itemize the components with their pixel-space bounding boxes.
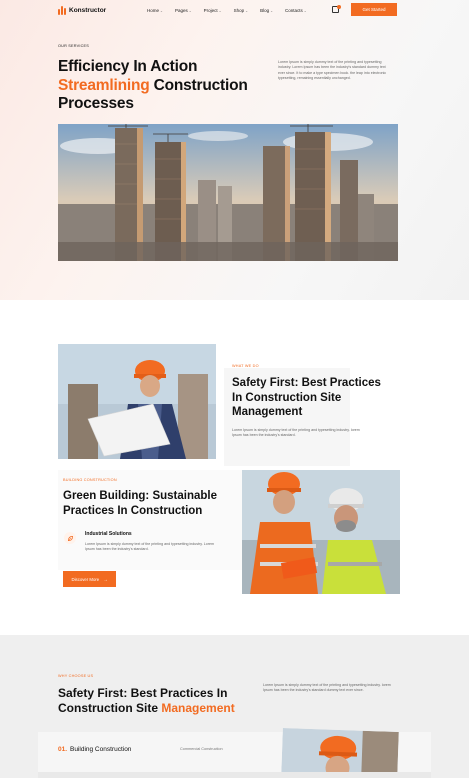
get-started-button[interactable]: Get Started — [351, 3, 397, 16]
nav-item-contacts[interactable]: Contacts ⌄ — [285, 8, 307, 13]
what-we-do-description: Lorem Ipsum is simply dummy text of the … — [232, 428, 360, 438]
service-title: Building Construction — [70, 746, 132, 753]
cart-badge — [337, 5, 341, 9]
building-title: Green Building: Sustainable Practices In… — [63, 490, 217, 517]
hero-skyline-image — [58, 124, 398, 261]
feature-description: Lorem Ipsum is simply dummy text of the … — [85, 542, 214, 552]
hero-eyebrow: OUR SERVICES — [58, 44, 90, 48]
hero-title-line2: Construction — [149, 76, 248, 94]
what-we-do-eyebrow: WHAT WE DO — [232, 364, 259, 368]
nav-item-blog[interactable]: Blog ⌄ — [260, 8, 273, 13]
nav-item-pages[interactable]: Pages ⌄ — [175, 8, 192, 13]
service-number: 01. — [58, 746, 68, 753]
chevron-down-icon: ⌄ — [270, 8, 274, 13]
why-description: Lorem Ipsum is simply dummy text of the … — [263, 683, 391, 693]
top-nav: Konstructor Home ⌄ Pages ⌄ Project ⌄ Sho… — [0, 0, 469, 22]
section-bottom-strip — [38, 772, 431, 778]
nav-item-label: Project — [203, 8, 218, 13]
nav-links: Home ⌄ Pages ⌄ Project ⌄ Shop ⌄ Blog ⌄ C… — [147, 8, 319, 13]
nav-item-label: Pages — [174, 8, 188, 13]
hero-title-accent: Streamlining — [58, 76, 150, 94]
arrow-right-icon: → — [103, 576, 108, 582]
nav-item-home[interactable]: Home ⌄ — [147, 8, 163, 13]
eco-icon — [64, 532, 76, 544]
feature-title: Industrial Solutions — [85, 531, 132, 537]
chevron-down-icon: ⌄ — [188, 8, 192, 13]
hero-title-line1: Efficiency In Action — [58, 58, 198, 75]
nav-item-shop[interactable]: Shop ⌄ — [234, 8, 248, 13]
why-title: Safety First: Best Practices In Construc… — [58, 686, 253, 716]
service-image — [281, 727, 399, 778]
chevron-down-icon: ⌄ — [303, 8, 307, 13]
chevron-down-icon: ⌄ — [245, 8, 249, 13]
what-we-do-title: Safety First: Best Practices In Construc… — [232, 377, 381, 418]
why-title-accent: Management — [161, 701, 235, 715]
brand-name: Konstructor — [69, 7, 107, 14]
chevron-down-icon: ⌄ — [218, 8, 222, 13]
nav-item-project[interactable]: Project ⌄ — [204, 8, 222, 13]
nav-item-label: Shop — [233, 8, 245, 13]
logo-icon — [58, 6, 66, 15]
worker-blueprint-image — [58, 344, 216, 459]
hero-title: Efficiency In Action Streamlining Constr… — [58, 58, 248, 114]
discover-more-label: Discover More — [71, 576, 100, 582]
service-subtitle: Commercial Construction — [180, 747, 223, 751]
logo[interactable]: Konstructor — [58, 6, 106, 15]
nav-item-label: Contacts — [285, 8, 303, 13]
chevron-down-icon: ⌄ — [160, 8, 163, 13]
discover-more-button[interactable]: Discover More → — [63, 571, 116, 587]
building-card — [58, 470, 258, 570]
nav-item-label: Home — [147, 8, 160, 13]
building-eyebrow: BUILDING CONSTRUCTION — [63, 478, 117, 482]
engineers-image — [242, 470, 400, 594]
hero-title-line3: Processes — [58, 95, 134, 112]
nav-item-label: Blog — [260, 8, 270, 13]
why-eyebrow: WHY CHOOSE US — [58, 674, 94, 678]
hero-description: Lorem Ipsum is simply dummy text of the … — [278, 60, 387, 81]
